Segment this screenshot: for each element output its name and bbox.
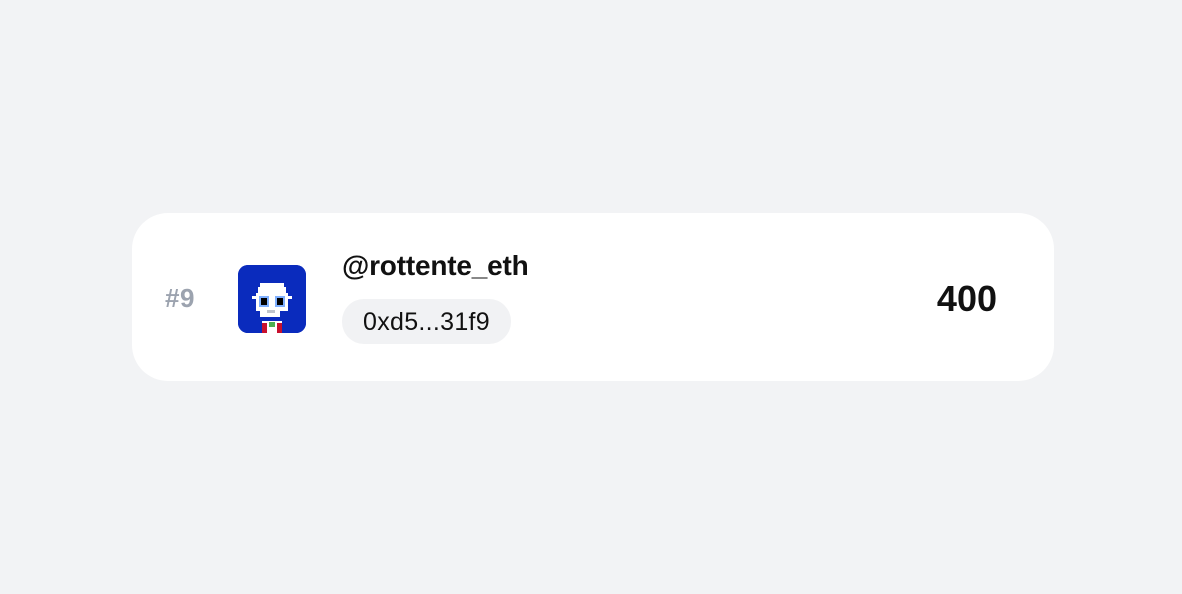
username[interactable]: @rottente_eth (342, 250, 529, 282)
pixel-avatar-icon[interactable] (238, 265, 306, 333)
score-value: 400 (936, 278, 997, 319)
rank-label: #9 (165, 283, 195, 313)
wallet-address-badge[interactable]: 0xd5...31f9 (342, 299, 512, 344)
wallet-address-text: 0xd5...31f9 (363, 307, 491, 336)
leaderboard-row[interactable]: #9 @rottente_eth 0xd5...31f9 400 (132, 213, 1054, 381)
